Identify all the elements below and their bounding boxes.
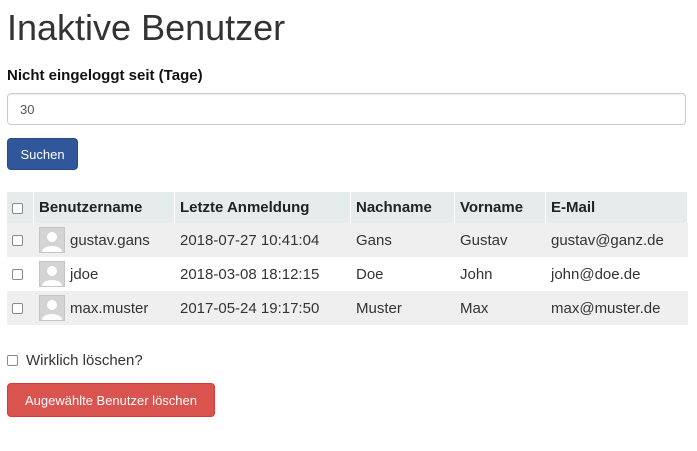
email: gustav@ganz.de xyxy=(551,231,664,249)
confirm-delete-checkbox[interactable] xyxy=(7,355,18,366)
confirm-delete[interactable]: Wirklich löschen? xyxy=(7,352,143,369)
username: max.muster xyxy=(70,299,149,317)
column-header-email: E-Mail xyxy=(545,192,688,223)
username: jdoe xyxy=(70,265,99,283)
table-header-row: Benutzername Letzte Anmeldung Nachname V… xyxy=(7,192,688,223)
avatar-icon xyxy=(39,261,65,287)
column-header-username: Benutzername xyxy=(33,192,175,223)
column-header-firstname: Vorname xyxy=(454,192,546,223)
email: john@doe.de xyxy=(551,265,641,283)
column-header-last-login: Letzte Anmeldung xyxy=(174,192,351,223)
firstname: Max xyxy=(460,299,489,317)
header-select-cell xyxy=(7,192,34,223)
row-checkbox[interactable] xyxy=(12,269,23,281)
days-label: Nicht eingeloggt seit (Tage) xyxy=(7,67,203,84)
confirm-delete-label: Wirklich löschen? xyxy=(26,352,143,369)
firstname: Gustav xyxy=(460,231,508,249)
email: max@muster.de xyxy=(551,299,661,317)
search-button[interactable]: Suchen xyxy=(7,138,78,170)
row-checkbox[interactable] xyxy=(12,303,23,315)
avatar-icon xyxy=(39,295,65,321)
table-row: gustav.gans 2018-07-27 10:41:04 Gans Gus… xyxy=(7,223,688,257)
last-login: 2018-07-27 10:41:04 xyxy=(180,231,320,249)
days-input[interactable] xyxy=(7,93,686,125)
lastname: Muster xyxy=(356,299,402,317)
column-header-lastname: Nachname xyxy=(350,192,455,223)
delete-selected-button[interactable]: Augewählte Benutzer löschen xyxy=(7,383,215,417)
lastname: Doe xyxy=(356,265,384,283)
firstname: John xyxy=(460,265,493,283)
last-login: 2017-05-24 19:17:50 xyxy=(180,299,320,317)
last-login: 2018-03-08 18:12:15 xyxy=(180,265,320,283)
users-table: Benutzername Letzte Anmeldung Nachname V… xyxy=(7,192,688,325)
username: gustav.gans xyxy=(70,231,150,249)
table-row: jdoe 2018-03-08 18:12:15 Doe John john@d… xyxy=(7,257,688,291)
avatar-icon xyxy=(39,227,65,253)
page-title: Inaktive Benutzer xyxy=(7,7,286,48)
select-all-checkbox[interactable] xyxy=(12,202,23,214)
lastname: Gans xyxy=(356,231,392,249)
row-checkbox[interactable] xyxy=(12,235,23,247)
table-row: max.muster 2017-05-24 19:17:50 Muster Ma… xyxy=(7,291,688,325)
